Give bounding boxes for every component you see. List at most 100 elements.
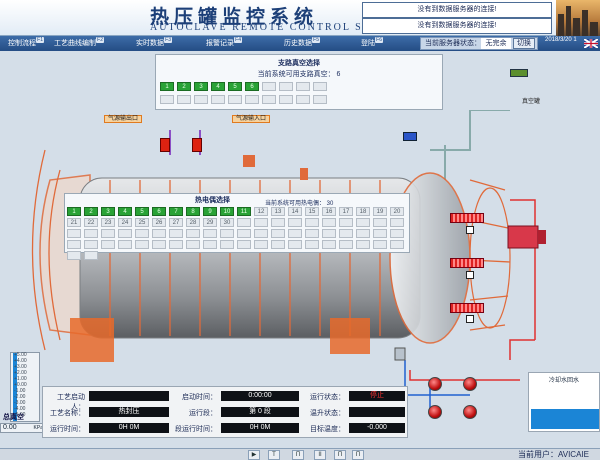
thermocouple-cell[interactable]: 22 bbox=[84, 218, 98, 227]
thermocouple-cell[interactable]: 14 bbox=[288, 207, 302, 216]
thermocouple-cell[interactable]: 13 bbox=[271, 207, 285, 216]
thermocouple-cell[interactable]: 21 bbox=[67, 218, 81, 227]
vacuum-branch-cell[interactable] bbox=[296, 82, 310, 91]
thermocouple-cell[interactable] bbox=[305, 240, 319, 249]
thermocouple-cell[interactable]: 23 bbox=[101, 218, 115, 227]
thermocouple-cell[interactable] bbox=[101, 229, 115, 238]
vacuum-branch-cell[interactable] bbox=[194, 95, 208, 104]
nav-history-data[interactable]: 历史数据 F5 bbox=[278, 36, 320, 51]
pause-button[interactable]: II bbox=[314, 450, 326, 460]
thermocouple-cell[interactable] bbox=[271, 218, 285, 227]
thermocouple-cell[interactable] bbox=[220, 229, 234, 238]
thermocouple-cell[interactable]: 27 bbox=[169, 218, 183, 227]
heater-2[interactable] bbox=[450, 258, 484, 268]
thermocouple-cell[interactable]: 7 bbox=[169, 207, 183, 216]
thermocouple-cell[interactable] bbox=[169, 240, 183, 249]
toolbar-button-2[interactable]: T bbox=[268, 450, 280, 460]
thermocouple-cell[interactable] bbox=[373, 218, 387, 227]
thermocouple-cell[interactable]: 5 bbox=[135, 207, 149, 216]
thermocouple-cell[interactable] bbox=[288, 229, 302, 238]
thermocouple-cell[interactable] bbox=[203, 240, 217, 249]
thermocouple-cell[interactable] bbox=[356, 240, 370, 249]
thermocouple-cell[interactable] bbox=[322, 218, 336, 227]
pump-3[interactable] bbox=[428, 405, 442, 419]
nav-alarm-log[interactable]: 报警记录 F4 bbox=[200, 36, 242, 51]
thermocouple-cell[interactable]: 4 bbox=[118, 207, 132, 216]
thermocouple-cell[interactable] bbox=[356, 229, 370, 238]
pump-1[interactable] bbox=[428, 377, 442, 391]
language-flag-icon[interactable] bbox=[583, 38, 599, 49]
vacuum-branch-cell[interactable] bbox=[177, 95, 191, 104]
thermocouple-cell[interactable] bbox=[67, 251, 81, 260]
toolbar-button-5[interactable]: П bbox=[334, 450, 346, 460]
thermocouple-cell[interactable] bbox=[101, 240, 115, 249]
thermocouple-cell[interactable] bbox=[186, 229, 200, 238]
thermocouple-cell[interactable]: 24 bbox=[118, 218, 132, 227]
thermocouple-cell[interactable] bbox=[339, 229, 353, 238]
thermocouple-cell[interactable] bbox=[67, 240, 81, 249]
vacuum-branch-cell[interactable] bbox=[296, 95, 310, 104]
thermocouple-cell[interactable]: 6 bbox=[152, 207, 166, 216]
thermocouple-cell[interactable] bbox=[152, 229, 166, 238]
toolbar-button-6[interactable]: П bbox=[352, 450, 364, 460]
thermocouple-cell[interactable] bbox=[322, 229, 336, 238]
thermocouple-cell[interactable]: 18 bbox=[356, 207, 370, 216]
thermocouple-cell[interactable]: 20 bbox=[390, 207, 404, 216]
vacuum-branch-cell[interactable] bbox=[279, 82, 293, 91]
vacuum-branch-cell[interactable] bbox=[279, 95, 293, 104]
vacuum-branch-cell[interactable] bbox=[313, 95, 327, 104]
heater-3[interactable] bbox=[450, 303, 484, 313]
thermocouple-cell[interactable]: 8 bbox=[186, 207, 200, 216]
thermocouple-cell[interactable]: 3 bbox=[101, 207, 115, 216]
thermocouple-cell[interactable]: 25 bbox=[135, 218, 149, 227]
thermocouple-cell[interactable]: 1 bbox=[67, 207, 81, 216]
thermocouple-cell[interactable] bbox=[254, 218, 268, 227]
thermocouple-cell[interactable] bbox=[305, 229, 319, 238]
thermocouple-cell[interactable] bbox=[186, 240, 200, 249]
thermocouple-cell[interactable]: 19 bbox=[373, 207, 387, 216]
thermocouple-cell[interactable] bbox=[169, 229, 183, 238]
vacuum-branch-cell[interactable] bbox=[313, 82, 327, 91]
vacuum-branch-cell[interactable] bbox=[262, 95, 276, 104]
thermocouple-cell[interactable] bbox=[84, 229, 98, 238]
vacuum-branch-cell[interactable]: 4 bbox=[211, 82, 225, 91]
gas-in-valve[interactable] bbox=[192, 138, 202, 152]
thermocouple-cell[interactable] bbox=[339, 240, 353, 249]
vacuum-branch-cell[interactable] bbox=[160, 95, 174, 104]
thermocouple-cell[interactable] bbox=[339, 218, 353, 227]
vacuum-branch-cell[interactable] bbox=[245, 95, 259, 104]
thermocouple-cell[interactable] bbox=[152, 240, 166, 249]
thermocouple-cell[interactable] bbox=[237, 229, 251, 238]
play-button[interactable]: ▶ bbox=[248, 450, 260, 460]
thermocouple-cell[interactable]: 26 bbox=[152, 218, 166, 227]
thermocouple-cell[interactable]: 10 bbox=[220, 207, 234, 216]
thermocouple-cell[interactable] bbox=[288, 218, 302, 227]
vacuum-valve-icon[interactable] bbox=[510, 69, 528, 77]
thermocouple-cell[interactable] bbox=[84, 240, 98, 249]
thermocouple-cell[interactable]: 29 bbox=[203, 218, 217, 227]
vacuum-branch-cell[interactable] bbox=[228, 95, 242, 104]
thermocouple-cell[interactable] bbox=[271, 229, 285, 238]
vacuum-branch-cell[interactable]: 2 bbox=[177, 82, 191, 91]
thermocouple-cell[interactable] bbox=[373, 240, 387, 249]
thermocouple-cell[interactable] bbox=[203, 229, 217, 238]
vacuum-branch-cell[interactable] bbox=[211, 95, 225, 104]
thermocouple-cell[interactable]: 12 bbox=[254, 207, 268, 216]
thermocouple-cell[interactable]: 16 bbox=[322, 207, 336, 216]
vacuum-branch-cell[interactable]: 3 bbox=[194, 82, 208, 91]
thermocouple-cell[interactable] bbox=[237, 218, 251, 227]
thermocouple-cell[interactable] bbox=[373, 229, 387, 238]
toolbar-button-3[interactable]: П bbox=[292, 450, 304, 460]
thermocouple-cell[interactable] bbox=[118, 229, 132, 238]
thermocouple-cell[interactable] bbox=[356, 218, 370, 227]
thermocouple-cell[interactable]: 15 bbox=[305, 207, 319, 216]
thermocouple-cell[interactable] bbox=[390, 229, 404, 238]
thermocouple-cell[interactable] bbox=[118, 240, 132, 249]
pump-4[interactable] bbox=[463, 405, 477, 419]
heater-1[interactable] bbox=[450, 213, 484, 223]
thermocouple-cell[interactable] bbox=[220, 240, 234, 249]
thermocouple-cell[interactable] bbox=[84, 251, 98, 260]
thermocouple-cell[interactable] bbox=[67, 229, 81, 238]
pressure-gauge-icon[interactable] bbox=[403, 132, 417, 141]
thermocouple-cell[interactable] bbox=[135, 240, 149, 249]
